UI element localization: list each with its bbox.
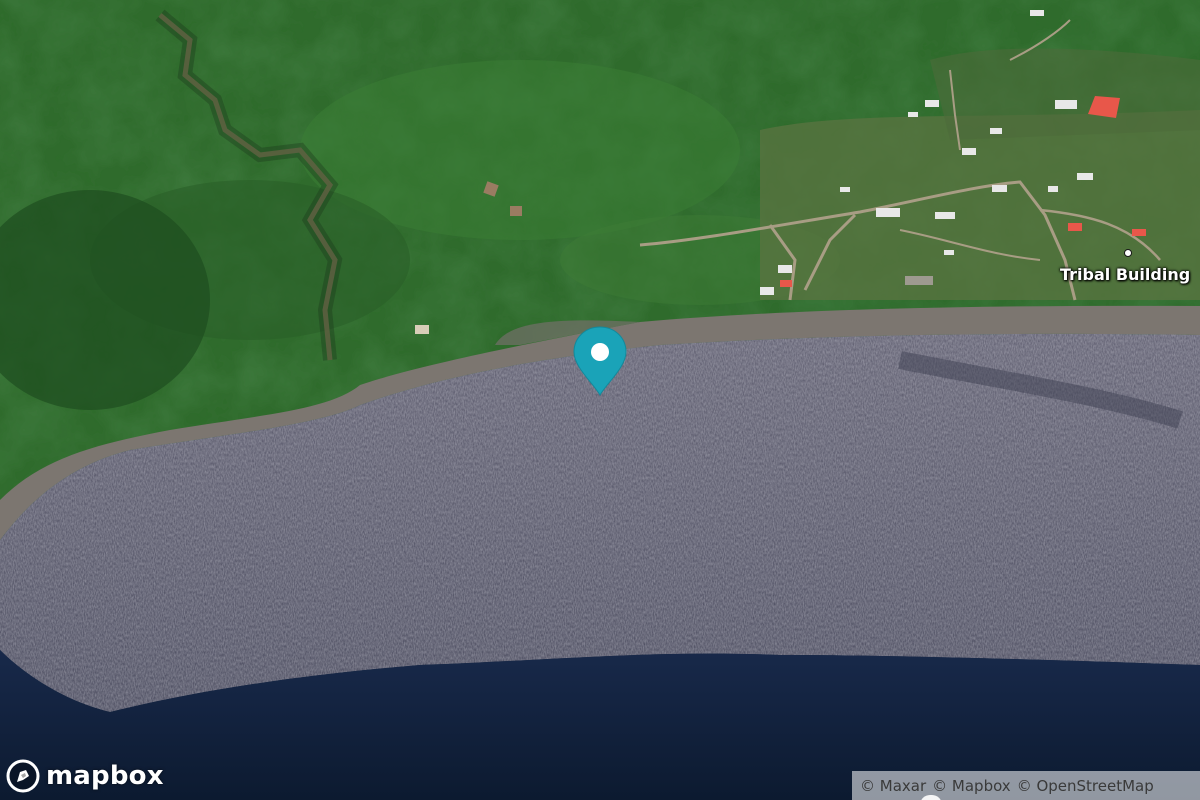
poi-dot-icon <box>1124 249 1132 257</box>
attribution-mapbox-link[interactable]: © Mapbox <box>932 777 1011 795</box>
mapbox-logo-icon <box>6 759 40 793</box>
mapbox-logo[interactable]: mapbox <box>6 756 164 796</box>
attribution-maxar-link[interactable]: © Maxar <box>860 777 926 795</box>
location-pin-icon[interactable] <box>572 325 628 397</box>
poi-tribal-building[interactable]: Tribal Building <box>1060 246 1200 290</box>
satellite-map[interactable]: Tribal Building mapbox © Maxar © Mapbox … <box>0 0 1200 800</box>
mapbox-wordmark: mapbox <box>46 761 164 791</box>
attribution-bar: © Maxar © Mapbox © OpenStreetMap <box>852 771 1200 800</box>
satellite-imagery <box>0 0 1200 800</box>
attribution-openstreetmap-link[interactable]: © OpenStreetMap <box>1017 777 1154 795</box>
poi-label: Tribal Building <box>1060 265 1191 284</box>
